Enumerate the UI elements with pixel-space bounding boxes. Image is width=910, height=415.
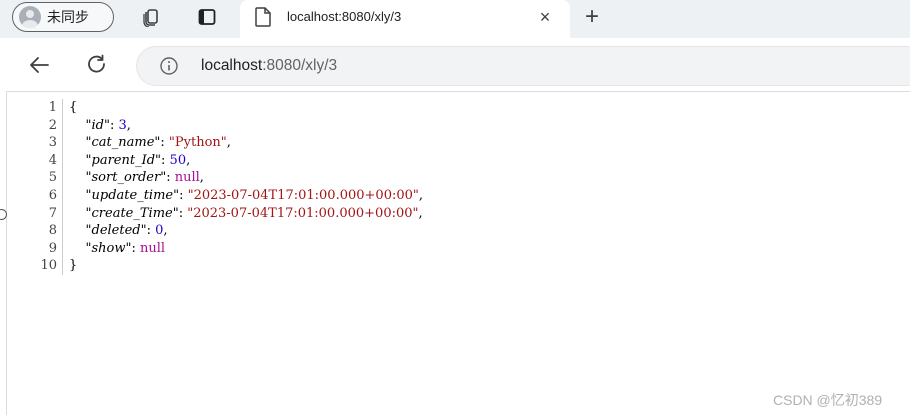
json-comma: ,	[186, 152, 191, 168]
json-entry: "create_Time": "2023-07-04T17:01:00.000+…	[85, 205, 423, 221]
code-line: 6 "update_time": "2023-07-04T17:01:00.00…	[30, 186, 424, 205]
close-brace: }	[69, 258, 78, 274]
json-comma: ,	[126, 117, 131, 133]
tab-strip: 未同步 localhost:8080/xly/3 × +	[0, 0, 910, 38]
json-key: "cat_name"	[85, 135, 161, 151]
code-line: 8 "deleted": 0,	[30, 222, 423, 240]
json-entry: "update_time": "2023-07-04T17:01:00.000+…	[85, 187, 424, 203]
json-comma: ,	[199, 170, 204, 186]
json-entry: "sort_order": null,	[85, 170, 204, 186]
toolbar: localhost:8080/xly/3	[0, 38, 910, 92]
reload-icon	[88, 54, 105, 73]
json-entry: "parent_Id": 50,	[85, 152, 191, 168]
page-icon	[255, 7, 271, 27]
line-number: 10	[30, 257, 63, 275]
json-key: "sort_order"	[85, 170, 167, 186]
json-entry: "deleted": 0,	[85, 223, 168, 239]
code-line: 5 "sort_order": null,	[30, 169, 423, 187]
json-comma: ,	[163, 223, 168, 239]
line-number: 2	[30, 116, 63, 135]
close-tab-icon[interactable]: ×	[534, 6, 556, 28]
line-number: 4	[30, 151, 63, 170]
line-number: 6	[30, 186, 63, 205]
code-line: 4 "parent_Id": 50,	[30, 151, 423, 170]
reload-button[interactable]	[84, 52, 110, 78]
avatar-icon	[19, 6, 41, 28]
new-tab-button[interactable]: +	[580, 3, 604, 30]
json-value: null	[140, 240, 166, 256]
url-path: :8080/xly/3	[262, 57, 338, 74]
open-brace: {	[69, 100, 78, 115]
json-key: "show"	[85, 240, 132, 256]
json-viewer: 1 { 2 "id": 3, 3 "cat_name": "Python", 4 "…	[30, 99, 423, 275]
line-number: 8	[30, 222, 63, 240]
code-line: 1 {	[30, 99, 423, 117]
json-value: 3	[118, 117, 127, 133]
json-value: "Python"	[168, 135, 227, 151]
line-number: 9	[30, 239, 63, 258]
json-key: "create_Time"	[85, 205, 179, 221]
json-value: 50	[169, 152, 187, 168]
json-key: "id"	[85, 117, 110, 133]
json-value: "2023-07-04T17:01:00.000+00:00"	[187, 187, 419, 203]
json-comma: ,	[226, 135, 231, 151]
code-line: 10 }	[30, 257, 423, 275]
back-button[interactable]	[26, 52, 52, 78]
code-line: 7 "create_Time": "2023-07-04T17:01:00.00…	[30, 204, 423, 223]
line-number: 7	[30, 204, 63, 223]
active-tab[interactable]: localhost:8080/xly/3 ×	[240, 0, 570, 38]
address-bar[interactable]: localhost:8080/xly/3	[136, 46, 910, 86]
content-left-edge	[6, 92, 7, 415]
json-entry: "cat_name": "Python",	[85, 135, 231, 151]
json-entry: "id": 3,	[85, 117, 131, 133]
json-comma: ,	[418, 187, 424, 203]
url-host: localhost	[201, 57, 263, 74]
line-number: 5	[30, 169, 63, 187]
json-value: null	[174, 170, 200, 186]
code-line: 9 "show": null	[30, 239, 423, 258]
json-key: "parent_Id"	[85, 152, 162, 168]
code-line: 2 "id": 3,	[30, 116, 423, 135]
json-value: "2023-07-04T17:01:00.000+00:00"	[187, 205, 419, 221]
back-arrow-icon	[30, 57, 49, 73]
tab-title: localhost:8080/xly/3	[287, 9, 402, 24]
workspaces-icon[interactable]	[140, 6, 162, 28]
watermark: CSDN @忆初389	[773, 392, 883, 408]
profile-sync-label: 未同步	[47, 9, 89, 25]
line-number: 3	[30, 134, 63, 152]
profile-button[interactable]: 未同步	[12, 2, 114, 32]
json-key: "update_time"	[85, 187, 180, 203]
json-key: "deleted"	[85, 223, 147, 239]
json-entry: "show": null	[85, 240, 166, 256]
tab-actions-icon[interactable]	[196, 6, 218, 28]
info-icon[interactable]	[159, 56, 179, 76]
code-line: 3 "cat_name": "Python",	[30, 134, 423, 152]
url-text[interactable]: localhost:8080/xly/3	[201, 57, 337, 75]
json-comma: ,	[418, 205, 423, 221]
line-number: 1	[30, 99, 63, 117]
